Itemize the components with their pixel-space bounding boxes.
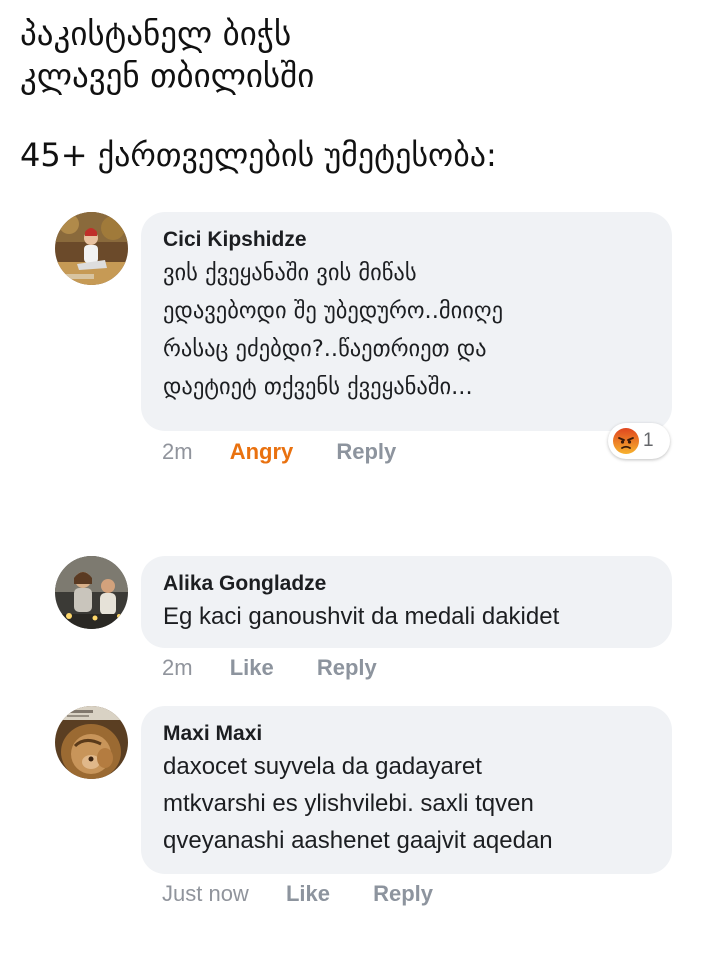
comment-text-line: daxocet suyvela da gadayaret	[163, 753, 482, 780]
comment-text-line: qveyanashi aashenet gaajvit aqedan	[163, 827, 553, 854]
comment-actions: Just now Like Reply	[162, 880, 470, 908]
comment-bubble: Maxi Maxi daxocet suyvela da gadayaret m…	[141, 706, 672, 874]
comment-actions: 2m Angry Reply	[162, 438, 433, 466]
avatar[interactable]	[55, 212, 128, 285]
reply-button[interactable]: Reply	[317, 654, 377, 682]
reply-button[interactable]: Reply	[373, 880, 433, 908]
comment-text: ვის ქვეყანაში ვის მიწას ედავებოდი შე უბე…	[163, 254, 650, 406]
comment-author[interactable]: Maxi Maxi	[163, 720, 650, 748]
comment-text-line: დაეტიეტ თქვენს ქვეყანაში...	[163, 374, 473, 400]
avatar-lion-photo-icon	[55, 706, 128, 779]
comment-bubble: Alika Gongladze Eg kaci ganoushvit da me…	[141, 556, 672, 648]
comment-author[interactable]: Cici Kipshidze	[163, 226, 650, 254]
like-button[interactable]: Like	[286, 880, 330, 908]
avatar[interactable]	[55, 556, 128, 629]
comment-text-line: ედავებოდი შე უბედურო..მიიღე	[163, 298, 504, 324]
comment-text-line: რასაც ეძებდი?..წაეთრიეთ და	[163, 336, 487, 362]
avatar-photo-icon	[55, 212, 128, 285]
comment-text-line: Eg kaci ganoushvit da medali dakidet	[163, 603, 560, 630]
reaction-count: 1	[643, 430, 654, 451]
comment-text-line: mtkvarshi es ylishvilebi. saxli tqven	[163, 790, 534, 817]
comment-text-line: ვის ქვეყანაში ვის მიწას	[163, 260, 417, 286]
reaction-angry-button[interactable]: Angry	[230, 438, 294, 466]
headline-line-1: პაკისტანელ ბიჭს	[20, 14, 292, 53]
comment-time[interactable]: 2m	[162, 438, 193, 466]
avatar[interactable]	[55, 706, 128, 779]
like-button[interactable]: Like	[230, 654, 274, 682]
headline-subtitle: 45+ ქართველების უმეტესობა:	[20, 136, 497, 174]
comment-time[interactable]: 2m	[162, 654, 193, 682]
reaction-summary[interactable]: 1	[608, 423, 670, 459]
comment-author[interactable]: Alika Gongladze	[163, 570, 650, 598]
reply-button[interactable]: Reply	[336, 438, 396, 466]
comment-actions: 2m Like Reply	[162, 654, 414, 682]
comment-text: daxocet suyvela da gadayaret mtkvarshi e…	[163, 748, 650, 859]
comment-time[interactable]: Just now	[162, 880, 249, 908]
angry-emoji-icon	[613, 428, 639, 454]
comment-bubble: Cici Kipshidze ვის ქვეყანაში ვის მიწას ე…	[141, 212, 672, 431]
comment-text: Eg kaci ganoushvit da medali dakidet	[163, 598, 650, 635]
headline-line-2: კლავენ თბილისში	[20, 56, 315, 95]
avatar-photo-icon	[55, 556, 128, 629]
